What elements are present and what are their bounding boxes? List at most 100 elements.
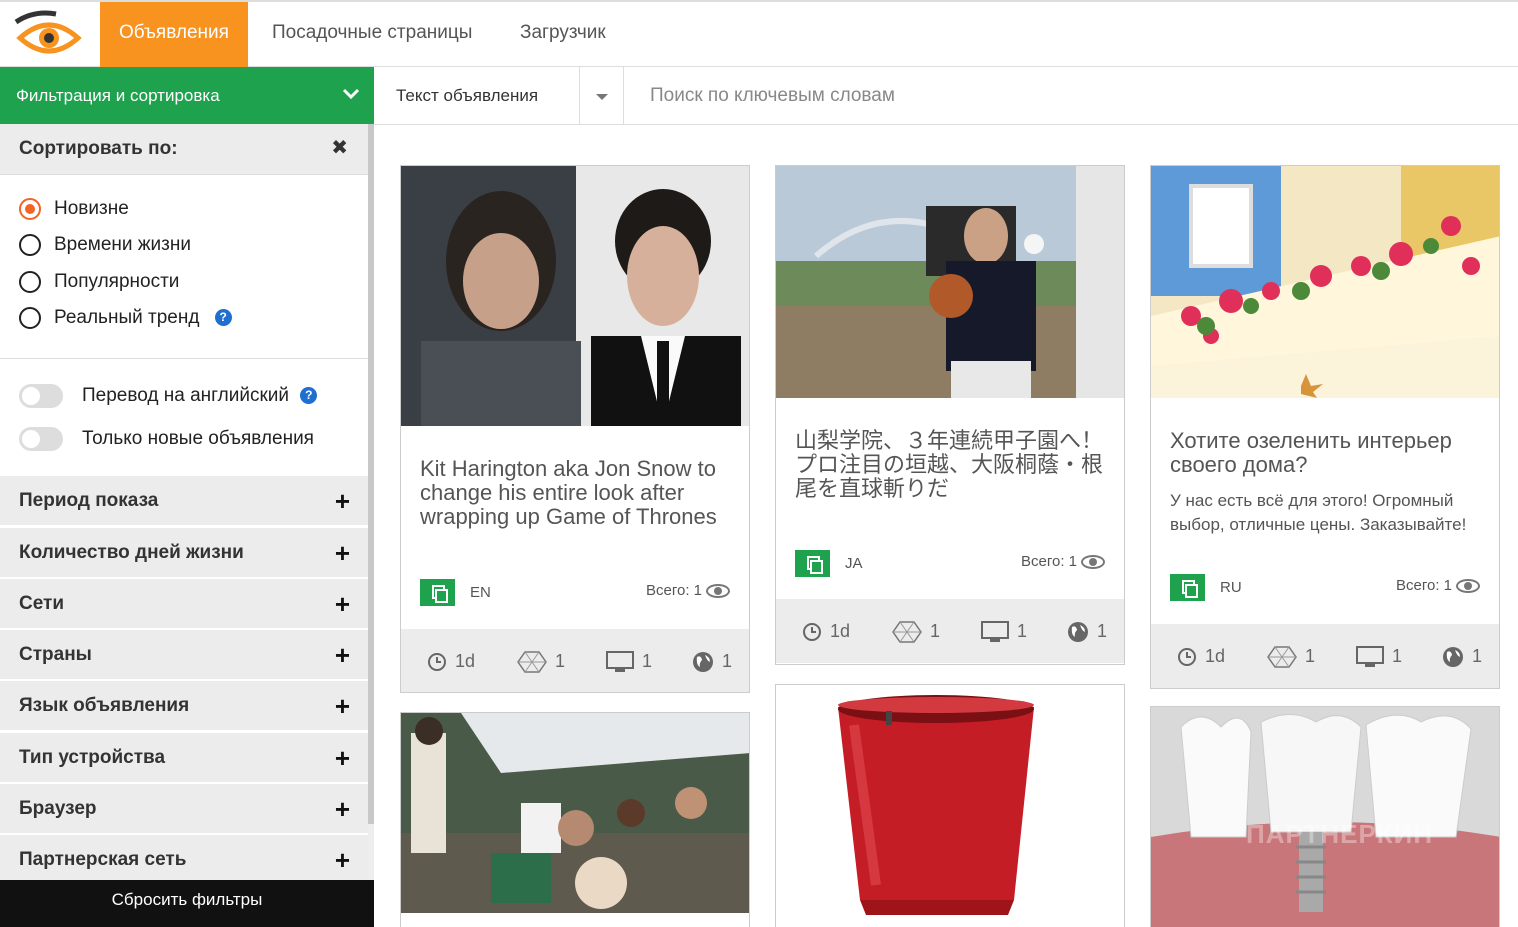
toggle-only-new-ads[interactable]: Только новые объявления	[19, 426, 314, 452]
ad-image[interactable]	[401, 713, 750, 913]
tab-uploader[interactable]: Загрузчик	[501, 2, 625, 67]
plus-icon: +	[334, 589, 350, 619]
eye-icon	[1081, 555, 1105, 570]
sidebar-scrollbar-thumb[interactable]	[368, 124, 374, 824]
sort-option-lifetime[interactable]: Времени жизни	[19, 232, 191, 258]
close-icon[interactable]: ✖	[331, 124, 348, 173]
ad-language: RU	[1220, 579, 1242, 596]
globe-icon	[1068, 622, 1088, 643]
toggle-switch[interactable]	[19, 427, 63, 451]
ad-description: У нас есть всё для этого! Огромный выбор…	[1170, 491, 1467, 534]
network-icon	[892, 621, 922, 643]
stat-age: 1d	[1177, 644, 1225, 668]
ad-card[interactable]	[400, 712, 750, 927]
section-affiliate-network[interactable]: Партнерская сеть +	[0, 835, 368, 885]
plus-icon: +	[334, 794, 350, 824]
eye-icon	[706, 584, 730, 599]
plus-icon: +	[334, 640, 350, 670]
top-nav: Объявления Посадочные страницы Загрузчик	[0, 0, 1518, 67]
copy-icon[interactable]	[795, 550, 830, 577]
ad-stats-footer: 1d 1 1 1	[1151, 624, 1499, 688]
search-bar: Текст объявления	[374, 67, 1518, 125]
ad-title[interactable]: Хотите озеленить интерьер своего дома?	[1170, 429, 1480, 477]
ad-total-views: Всего: 1	[1396, 577, 1480, 594]
ad-card[interactable]: 山梨学院、３年連続甲子園へ！プロ注目の垣越、大阪桐蔭・根尾を直球斬りだ JA В…	[775, 165, 1125, 665]
ad-image[interactable]	[776, 166, 1125, 398]
chevron-down-icon	[342, 88, 360, 100]
plus-icon: +	[334, 743, 350, 773]
search-field-select[interactable]: Текст объявления	[374, 67, 580, 124]
stat-networks: 1	[892, 619, 940, 643]
sort-option-label: Реальный тренд	[54, 307, 200, 328]
radio-checked-icon[interactable]	[19, 198, 41, 220]
plus-icon: +	[334, 691, 350, 721]
sort-option-label: Популярности	[54, 271, 180, 292]
section-device-type[interactable]: Тип устройства +	[0, 733, 368, 783]
section-display-period[interactable]: Период показа +	[0, 476, 368, 526]
network-icon	[1267, 646, 1297, 668]
section-networks[interactable]: Сети +	[0, 579, 368, 629]
stat-networks: 1	[517, 649, 565, 673]
eye-logo-icon[interactable]	[14, 8, 84, 64]
filter-toggle[interactable]: Фильтрация и сортировка	[0, 67, 374, 124]
copy-icon[interactable]	[1170, 574, 1205, 601]
ad-language: JA	[845, 555, 863, 572]
keyword-search-input[interactable]	[634, 75, 1494, 117]
toggle-label: Только новые объявления	[82, 428, 314, 449]
monitor-icon	[981, 621, 1009, 643]
sort-option-real-trend[interactable]: Реальный тренд ?	[19, 305, 232, 331]
ad-card[interactable]: Хотите озеленить интерьер своего дома? У…	[1150, 165, 1500, 689]
stat-age: 1d	[802, 619, 850, 643]
toggle-label: Перевод на английский	[82, 385, 290, 406]
clock-icon	[1178, 648, 1196, 667]
ad-card[interactable]: Kit Harington aka Jon Snow to change his…	[400, 165, 750, 693]
ad-title[interactable]: Kit Harington aka Jon Snow to change his…	[420, 457, 730, 529]
sort-option-popularity[interactable]: Популярности	[19, 269, 179, 295]
ad-language: EN	[470, 584, 491, 601]
globe-icon	[693, 652, 713, 673]
monitor-icon	[606, 651, 634, 673]
section-ad-language[interactable]: Язык объявления +	[0, 681, 368, 731]
tab-ads[interactable]: Объявления	[100, 2, 248, 67]
ad-stats-footer: 1d 1 1 1	[401, 629, 749, 692]
section-countries[interactable]: Страны +	[0, 630, 368, 680]
stat-devices: 1	[606, 649, 652, 673]
copy-icon[interactable]	[420, 579, 455, 606]
ad-image[interactable]	[1151, 707, 1500, 927]
globe-icon	[1443, 647, 1463, 668]
clock-icon	[428, 653, 446, 672]
ad-image[interactable]	[401, 166, 750, 426]
radio-icon[interactable]	[19, 307, 41, 329]
help-icon[interactable]: ?	[214, 309, 232, 327]
stat-countries: 1	[1067, 619, 1107, 643]
plus-icon: +	[334, 538, 350, 568]
reset-filters-button[interactable]: Сбросить фильтры	[0, 880, 374, 927]
clock-icon	[803, 623, 821, 642]
ad-card[interactable]: ПАРТНЕРКИН	[1150, 706, 1500, 927]
radio-icon[interactable]	[19, 234, 41, 256]
ad-card[interactable]	[775, 684, 1125, 927]
help-icon[interactable]: ?	[300, 387, 318, 405]
section-browser[interactable]: Браузер +	[0, 784, 368, 834]
stat-countries: 1	[1442, 644, 1482, 668]
sort-header: Сортировать по: ✖	[0, 124, 368, 175]
toggle-switch[interactable]	[19, 384, 63, 408]
stat-networks: 1	[1267, 644, 1315, 668]
filter-title: Фильтрация и сортировка	[16, 86, 220, 105]
stat-countries: 1	[692, 649, 732, 673]
ad-title[interactable]: 山梨学院、３年連続甲子園へ！プロ注目の垣越、大阪桐蔭・根尾を直球斬りだ	[795, 429, 1105, 501]
tab-landing-pages[interactable]: Посадочные страницы	[253, 2, 491, 67]
sort-option-label: Времени жизни	[54, 234, 191, 255]
ad-stats-footer: 1d 1 1 1	[776, 599, 1124, 663]
select-dropdown-arrow-icon[interactable]	[580, 67, 624, 124]
ad-image[interactable]	[1151, 166, 1500, 398]
sort-option-newest[interactable]: Новизне	[19, 196, 129, 222]
stat-age: 1d	[427, 649, 475, 673]
radio-icon[interactable]	[19, 271, 41, 293]
sort-title: Сортировать по:	[19, 138, 178, 159]
ad-image[interactable]	[776, 685, 1125, 927]
eye-icon	[1456, 579, 1480, 594]
toggle-translate-english[interactable]: Перевод на английский ?	[19, 383, 318, 409]
section-lifetime-days[interactable]: Количество дней жизни +	[0, 528, 368, 578]
plus-icon: +	[334, 486, 350, 516]
